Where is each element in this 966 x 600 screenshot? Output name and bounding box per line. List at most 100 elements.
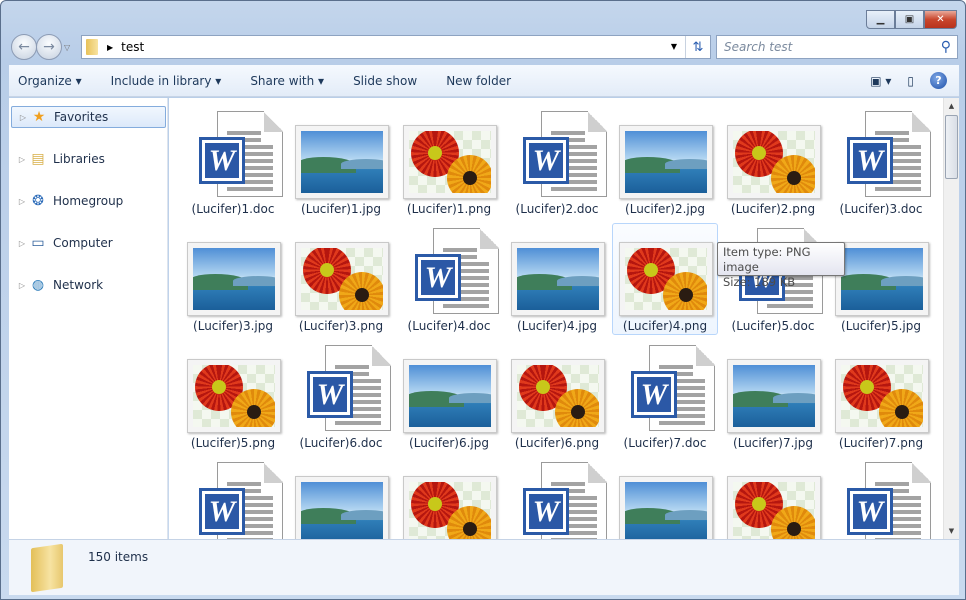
landscape-thumbnail-icon xyxy=(511,242,605,316)
scroll-down-icon[interactable]: ▼ xyxy=(944,523,959,539)
recent-pages-dropdown[interactable]: ▽ xyxy=(64,43,70,52)
flowers-thumbnail-icon xyxy=(511,359,605,433)
close-button[interactable]: ✕ xyxy=(924,10,957,29)
landscape-thumbnail-icon xyxy=(295,125,389,199)
restore-button[interactable]: ▣ xyxy=(895,10,924,29)
file-item[interactable]: (Lucifer)1.png xyxy=(396,106,502,218)
file-item[interactable]: W (Lucifer)2.doc xyxy=(504,106,610,218)
file-item[interactable]: (Lucifer)7.png xyxy=(828,340,934,452)
file-item[interactable]: W (Lucifer)6.doc xyxy=(288,340,394,452)
landscape-thumbnail-icon xyxy=(835,242,929,316)
slide-show-button[interactable]: Slide show xyxy=(344,74,426,88)
file-name: (Lucifer)3.png xyxy=(298,319,384,333)
star-icon: ★ xyxy=(32,109,46,125)
sidebar-item-label: Network xyxy=(53,278,104,292)
search-icon[interactable]: ⚲ xyxy=(941,39,957,55)
sidebar-item-libraries[interactable]: ▷ ▤ Libraries xyxy=(11,148,166,170)
sidebar-item-homegroup[interactable]: ▷ ❂ Homegroup xyxy=(11,190,166,212)
help-icon[interactable]: ? xyxy=(930,72,947,89)
share-label: Share with xyxy=(250,73,315,88)
landscape-thumbnail-icon xyxy=(295,476,389,539)
back-button[interactable]: ← xyxy=(11,34,37,60)
vertical-scrollbar[interactable]: ▲ ▼ xyxy=(943,98,959,539)
file-item[interactable]: (Lucifer)2.jpg xyxy=(612,106,718,218)
file-item[interactable]: (Lucifer)3.jpg xyxy=(180,223,286,335)
file-item[interactable]: (Lucifer)3.png xyxy=(288,223,394,335)
sidebar-item-label: Computer xyxy=(53,236,113,250)
expand-arrow-icon[interactable]: ▷ xyxy=(15,197,29,206)
expand-arrow-icon[interactable]: ▷ xyxy=(15,155,29,164)
file-item[interactable]: (Lucifer)4.jpg xyxy=(504,223,610,335)
file-item[interactable] xyxy=(396,457,502,539)
file-name: (Lucifer)6.jpg xyxy=(409,436,489,450)
flowers-thumbnail-icon xyxy=(403,125,497,199)
include-in-library-button[interactable]: Include in library ▾ xyxy=(102,74,231,88)
libraries-icon: ▤ xyxy=(31,151,45,167)
network-icon: ◍ xyxy=(31,277,45,293)
file-item[interactable]: (Lucifer)4.png xyxy=(612,223,718,335)
file-name: (Lucifer)4.doc xyxy=(407,319,491,333)
file-item[interactable]: W (Lucifer)7.doc xyxy=(612,340,718,452)
organize-button[interactable]: Organize ▾ xyxy=(9,74,91,88)
breadcrumb-test[interactable]: test xyxy=(121,40,144,54)
minimize-button[interactable]: ▁ xyxy=(866,10,895,29)
file-item[interactable]: (Lucifer)5.jpg xyxy=(828,223,934,335)
address-dropdown-icon[interactable]: ▼ xyxy=(663,36,686,58)
sidebar-item-label: Favorites xyxy=(54,110,109,124)
file-item[interactable]: W xyxy=(504,457,610,539)
file-name: (Lucifer)7.doc xyxy=(623,436,707,450)
folder-icon xyxy=(86,39,98,55)
file-name: (Lucifer)2.jpg xyxy=(625,202,705,216)
file-item[interactable] xyxy=(720,457,826,539)
file-item[interactable]: W (Lucifer)3.doc xyxy=(828,106,934,218)
change-view-icon[interactable]: ▣ ▾ xyxy=(870,74,891,88)
file-name: (Lucifer)5.png xyxy=(190,436,276,450)
breadcrumb-arrow-icon[interactable]: ▶ xyxy=(107,43,113,52)
file-list: W (Lucifer)1.doc (Lucifer)1.jpg (Lucifer)1.… xyxy=(169,98,943,539)
file-name: (Lucifer)7.png xyxy=(838,436,924,450)
expand-arrow-icon[interactable]: ▷ xyxy=(15,239,29,248)
organize-label: Organize xyxy=(18,73,72,88)
file-item[interactable]: W (Lucifer)4.doc xyxy=(396,223,502,335)
landscape-thumbnail-icon xyxy=(727,359,821,433)
sidebar-item-network[interactable]: ▷ ◍ Network xyxy=(11,274,166,296)
file-item[interactable]: W xyxy=(828,457,934,539)
sidebar-item-favorites[interactable]: ▷ ★ Favorites xyxy=(11,106,166,128)
file-item[interactable]: W xyxy=(180,457,286,539)
flowers-thumbnail-icon xyxy=(727,125,821,199)
flowers-thumbnail-icon xyxy=(403,476,497,539)
file-item[interactable]: (Lucifer)1.jpg xyxy=(288,106,394,218)
flowers-thumbnail-icon xyxy=(295,242,389,316)
search-box: ⚲ xyxy=(716,35,958,59)
file-item[interactable]: (Lucifer)2.png xyxy=(720,106,826,218)
scroll-thumb[interactable] xyxy=(945,115,958,179)
address-bar[interactable]: ▶ test ▼ ⇅ xyxy=(81,35,711,59)
tooltip-size: Size: 189 KB xyxy=(723,275,796,289)
file-item[interactable]: W (Lucifer)1.doc xyxy=(180,106,286,218)
forward-button[interactable]: → xyxy=(36,34,62,60)
search-input[interactable] xyxy=(724,40,941,54)
file-item[interactable]: (Lucifer)5.png xyxy=(180,340,286,452)
file-name: (Lucifer)5.jpg xyxy=(841,319,921,333)
file-item[interactable]: (Lucifer)6.png xyxy=(504,340,610,452)
file-item[interactable] xyxy=(612,457,718,539)
file-name: (Lucifer)6.png xyxy=(514,436,600,450)
expand-arrow-icon[interactable]: ▷ xyxy=(15,281,29,290)
file-name: (Lucifer)4.png xyxy=(622,319,708,333)
file-item[interactable]: (Lucifer)7.jpg xyxy=(720,340,826,452)
landscape-thumbnail-icon xyxy=(619,125,713,199)
file-item[interactable] xyxy=(288,457,394,539)
sidebar-item-computer[interactable]: ▷ ▭ Computer xyxy=(11,232,166,254)
file-name: (Lucifer)4.jpg xyxy=(517,319,597,333)
explorer-window: ▁ ▣ ✕ ← → ▽ ▶ test ▼ ⇅ ⚲ Organize ▾ Incl… xyxy=(0,0,966,600)
file-name: (Lucifer)3.doc xyxy=(839,202,923,216)
homegroup-icon: ❂ xyxy=(32,193,44,209)
new-folder-button[interactable]: New folder xyxy=(437,74,520,88)
expand-arrow-icon[interactable]: ▷ xyxy=(16,113,30,122)
refresh-icon[interactable]: ⇅ xyxy=(686,40,710,55)
preview-pane-icon[interactable]: ▯ xyxy=(907,74,914,88)
file-item[interactable]: (Lucifer)6.jpg xyxy=(396,340,502,452)
sidebar-item-label: Homegroup xyxy=(53,194,124,208)
scroll-up-icon[interactable]: ▲ xyxy=(944,98,959,114)
share-with-button[interactable]: Share with ▾ xyxy=(241,74,333,88)
